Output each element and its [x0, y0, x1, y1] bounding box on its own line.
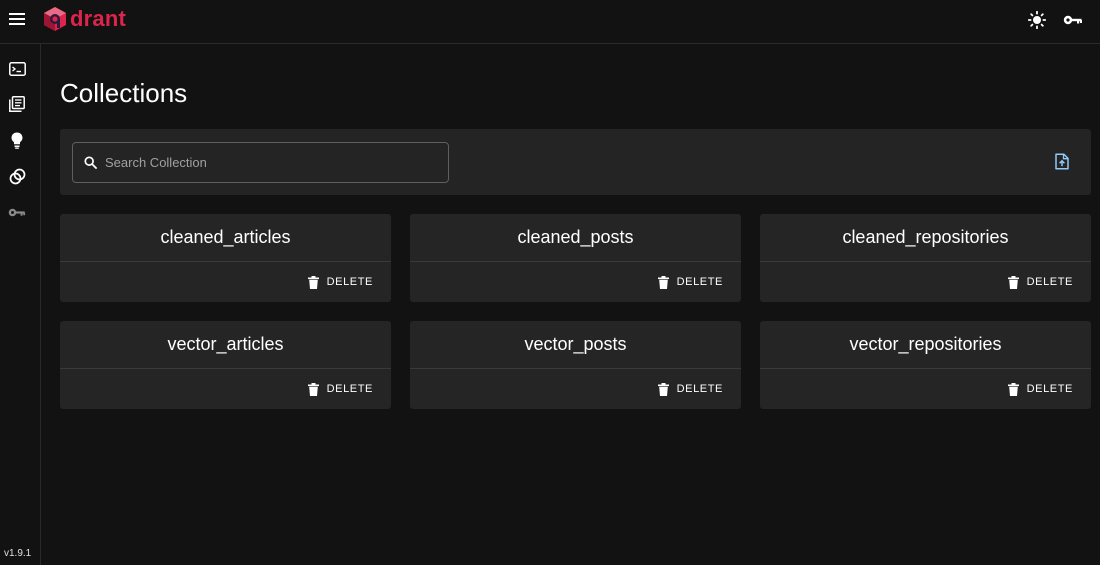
delete-button[interactable]: DELETE	[657, 380, 723, 398]
delete-button[interactable]: DELETE	[307, 380, 373, 398]
sidebar: v1.9.1	[0, 44, 41, 565]
collection-card[interactable]: cleaned_posts DELETE	[410, 214, 741, 302]
key-icon[interactable]	[7, 202, 27, 222]
trash-icon	[657, 275, 670, 289]
collection-name[interactable]: vector_repositories	[760, 321, 1091, 369]
search-icon	[84, 155, 98, 170]
version-label: v1.9.1	[4, 548, 32, 559]
delete-label: DELETE	[676, 383, 723, 395]
delete-label: DELETE	[326, 383, 373, 395]
trash-icon	[307, 382, 320, 396]
lightbulb-icon[interactable]	[7, 130, 27, 150]
qdrant-logo[interactable]: drant	[43, 6, 126, 32]
datasets-icon[interactable]	[7, 166, 27, 186]
search-input[interactable]	[105, 155, 435, 170]
delete-button[interactable]: DELETE	[307, 273, 373, 291]
key-icon[interactable]	[1062, 9, 1084, 31]
collection-name[interactable]: vector_articles	[60, 321, 391, 369]
search-field[interactable]	[72, 142, 449, 183]
page-title: Collections	[60, 78, 188, 108]
trash-icon	[1007, 275, 1020, 289]
collection-card[interactable]: vector_repositories DELETE	[760, 321, 1091, 409]
trash-icon	[657, 382, 670, 396]
hamburger-menu-icon[interactable]	[6, 8, 28, 30]
search-panel	[60, 129, 1091, 195]
collection-name[interactable]: vector_posts	[410, 321, 741, 369]
delete-button[interactable]: DELETE	[1007, 380, 1073, 398]
trash-icon	[1007, 382, 1020, 396]
delete-label: DELETE	[326, 276, 373, 288]
upload-file-icon[interactable]	[1055, 153, 1073, 171]
delete-label: DELETE	[676, 276, 723, 288]
collection-name[interactable]: cleaned_repositories	[760, 214, 1091, 262]
collection-card[interactable]: cleaned_articles DELETE	[60, 214, 391, 302]
collection-card[interactable]: vector_articles DELETE	[60, 321, 391, 409]
collection-card[interactable]: cleaned_repositories DELETE	[760, 214, 1091, 302]
terminal-icon[interactable]	[7, 59, 27, 79]
delete-label: DELETE	[1026, 276, 1073, 288]
sun-icon[interactable]	[1026, 9, 1048, 31]
logo-text: drant	[70, 6, 126, 31]
collection-card[interactable]: vector_posts DELETE	[410, 321, 741, 409]
collections-icon[interactable]	[7, 94, 27, 114]
qdrant-logo-icon	[44, 7, 66, 31]
delete-label: DELETE	[1026, 383, 1073, 395]
top-app-bar: drant	[0, 0, 1100, 44]
collection-name[interactable]: cleaned_posts	[410, 214, 741, 262]
trash-icon	[307, 275, 320, 289]
delete-button[interactable]: DELETE	[1007, 273, 1073, 291]
delete-button[interactable]: DELETE	[657, 273, 723, 291]
collection-name[interactable]: cleaned_articles	[60, 214, 391, 262]
